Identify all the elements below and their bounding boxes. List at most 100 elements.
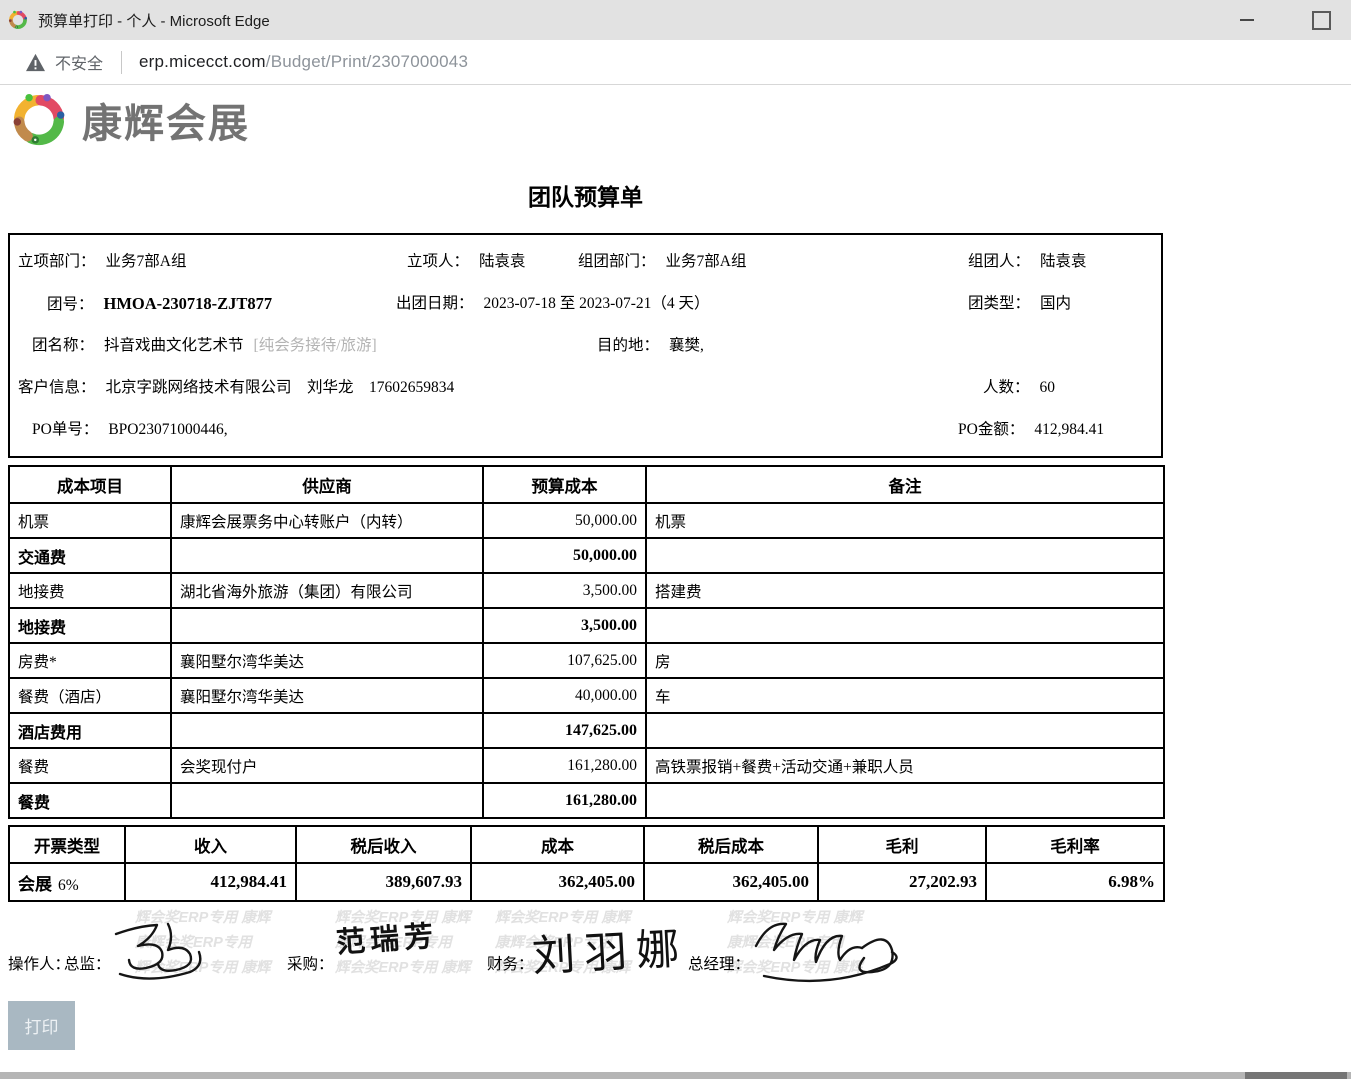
cost-row: 餐费 会奖现付户 161,280.00 高铁票报销+餐费+活动交通+兼职人员 — [9, 748, 1164, 783]
maximize-button[interactable] — [1301, 0, 1341, 40]
finance-label: 财务： — [487, 952, 534, 974]
cost-amount: 3,500.00 — [483, 608, 646, 643]
gross-margin-cell: 6.98% — [986, 863, 1164, 901]
cost-item: 交通费 — [9, 538, 171, 573]
cost-note: 高铁票报销+餐费+活动交通+兼职人员 — [646, 748, 1164, 783]
info-group-name: 团名称：抖音戏曲文化艺术节[纯会务接待/旅游] — [32, 335, 377, 357]
cost-item: 机票 — [9, 503, 171, 538]
titlebar: 预算单打印 - 个人 - Microsoft Edge — [0, 0, 1351, 40]
info-trip-dates: 出团日期：2023-07-18 至 2023-07-21（4 天） — [396, 293, 710, 315]
cost-supplier: 湖北省海外旅游（集团）有限公司 — [171, 573, 483, 608]
cost-item: 地接费 — [9, 608, 171, 643]
col-supplier: 供应商 — [171, 466, 483, 503]
col-gross-margin: 毛利率 — [986, 826, 1164, 863]
cost-note — [646, 608, 1164, 643]
cost-row: 地接费 湖北省海外旅游（集团）有限公司 3,500.00 搭建费 — [9, 573, 1164, 608]
cost-supplier: 襄阳墅尔湾华美达 — [171, 678, 483, 713]
brand-header: 康辉会展 — [8, 88, 1351, 152]
cost-supplier: 康辉会展票务中心转账户（内转） — [171, 503, 483, 538]
maximize-icon — [1312, 11, 1331, 30]
cost-amount: 107,625.00 — [483, 643, 646, 678]
cost-supplier — [171, 713, 483, 748]
browser-window: 预算单打印 - 个人 - Microsoft Edge 不安全 erp.mice… — [0, 0, 1351, 1079]
info-headcount: 人数：60 — [983, 377, 1055, 399]
summary-table: 开票类型 收入 税后收入 成本 税后成本 毛利 毛利率 会展6% 412,984… — [8, 825, 1165, 902]
minimize-button[interactable] — [1227, 0, 1267, 40]
col-income: 收入 — [125, 826, 296, 863]
cost-item: 餐费（酒店） — [9, 678, 171, 713]
cost-subtotal-row: 地接费 3,500.00 — [9, 608, 1164, 643]
security-status-label: 不安全 — [55, 50, 103, 74]
cost-supplier — [171, 783, 483, 818]
app-favicon-icon — [7, 9, 29, 31]
print-button[interactable]: 打印 — [8, 1001, 75, 1050]
kanghui-logo-icon — [8, 89, 70, 151]
cost-row: 餐费（酒店） 襄阳墅尔湾华美达 40,000.00 车 — [9, 678, 1164, 713]
cost-amount: 3,500.00 — [483, 573, 646, 608]
url-path: /Budget/Print/2307000043 — [266, 52, 468, 71]
operator-label: 操作人： — [8, 952, 70, 974]
info-po-amount: PO金额：412,984.41 — [958, 419, 1104, 441]
cost-supplier — [171, 538, 483, 573]
cost-amount: 50,000.00 — [483, 538, 646, 573]
cost-item: 地接费 — [9, 573, 171, 608]
not-secure-warning-icon[interactable] — [25, 53, 46, 72]
info-group-dept: 组团部门：业务7部A组 — [578, 251, 746, 273]
cost-amount: 161,280.00 — [483, 748, 646, 783]
cost-subtotal-row: 交通费 50,000.00 — [9, 538, 1164, 573]
gross-profit-cell: 27,202.93 — [818, 863, 986, 901]
address-separator — [121, 51, 122, 74]
brand-name: 康辉会展 — [82, 91, 250, 149]
cost-note — [646, 538, 1164, 573]
document-title: 团队预算单 — [8, 178, 1163, 212]
window-title: 预算单打印 - 个人 - Microsoft Edge — [38, 10, 270, 31]
signature-section: 辉会奖ERP专用 康辉 康辉会奖ERP专用 辉会奖ERP专用 康辉 辉会奖ERP… — [0, 904, 1351, 997]
cost-subtotal-row: 酒店费用 147,625.00 — [9, 713, 1164, 748]
cost-item: 房费* — [9, 643, 171, 678]
cost-header-row: 成本项目 供应商 预算成本 备注 — [9, 466, 1164, 503]
group-name-tag: [纯会务接待/旅游] — [254, 337, 377, 354]
invoice-type-cell: 会展6% — [9, 863, 125, 901]
cost-note: 车 — [646, 678, 1164, 713]
minimize-icon — [1240, 19, 1254, 21]
horizontal-scrollbar-thumb[interactable] — [1245, 1072, 1347, 1079]
summary-header-row: 开票类型 收入 税后收入 成本 税后成本 毛利 毛利率 — [9, 826, 1164, 863]
gm-label: 总经理： — [688, 952, 750, 974]
cost-after-tax-cell: 362,405.00 — [644, 863, 818, 901]
income-after-tax-cell: 389,607.93 — [296, 863, 471, 901]
col-budget-cost: 预算成本 — [483, 466, 646, 503]
invoice-rate: 6% — [58, 877, 79, 894]
finance-signature: 刘羽娜 — [530, 914, 689, 984]
cost-note — [646, 713, 1164, 748]
cost-subtotal-row: 餐费 161,280.00 — [9, 783, 1164, 818]
col-cost-item: 成本项目 — [9, 466, 171, 503]
gm-signature — [740, 904, 920, 992]
col-gross-profit: 毛利 — [818, 826, 986, 863]
cost-note: 搭建费 — [646, 573, 1164, 608]
col-cost-after-tax: 税后成本 — [644, 826, 818, 863]
cost-supplier — [171, 608, 483, 643]
url-domain: erp.micecct.com — [139, 52, 266, 71]
horizontal-scrollbar[interactable] — [0, 1072, 1351, 1079]
cost-note: 房 — [646, 643, 1164, 678]
cost-note — [646, 783, 1164, 818]
page-content: 康辉会展 团队预算单 立项部门：业务7部A组 立项人：陆袁袁 组团部门：业务7部… — [0, 88, 1351, 1050]
address-bar[interactable]: 不安全 erp.micecct.com/Budget/Print/2307000… — [0, 40, 1351, 85]
cost-note: 机票 — [646, 503, 1164, 538]
cost-amount: 147,625.00 — [483, 713, 646, 748]
income-cell: 412,984.41 — [125, 863, 296, 901]
cost-supplier: 襄阳墅尔湾华美达 — [171, 643, 483, 678]
info-group-number: 团号：HMOA-230718-ZJT877 — [47, 293, 272, 316]
cost-item: 酒店费用 — [9, 713, 171, 748]
info-group-type: 团类型：国内 — [968, 293, 1071, 315]
col-cost: 成本 — [471, 826, 644, 863]
info-group-owner: 组团人：陆袁袁 — [968, 251, 1087, 273]
url-text[interactable]: erp.micecct.com/Budget/Print/2307000043 — [139, 52, 468, 72]
info-destination: 目的地：襄樊, — [597, 335, 704, 357]
info-po-number: PO单号：BPO23071000446, — [32, 419, 228, 441]
cost-supplier: 会奖现付户 — [171, 748, 483, 783]
cost-cell: 362,405.00 — [471, 863, 644, 901]
purchase-label: 采购： — [287, 952, 334, 974]
cost-row: 房费* 襄阳墅尔湾华美达 107,625.00 房 — [9, 643, 1164, 678]
col-invoice-type: 开票类型 — [9, 826, 125, 863]
